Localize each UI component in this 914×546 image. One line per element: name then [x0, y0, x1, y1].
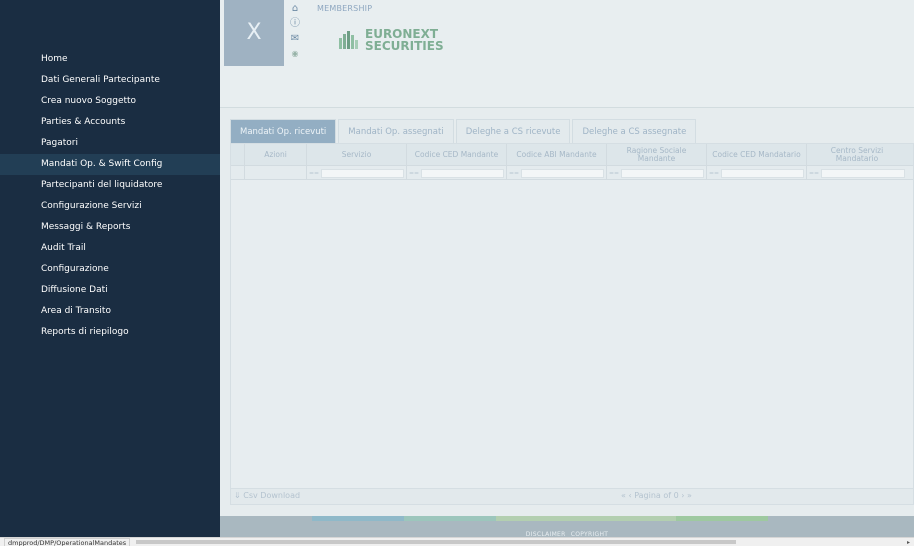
column-header-servizio[interactable]: Servizio [307, 144, 407, 166]
filter-centro-servizi-mandatario-input[interactable] [821, 168, 905, 178]
main-content: X ⌂ ⓘ ✉ ◉ MEMBERSHIP EURONEXT SECURITIES… [220, 0, 914, 538]
pager-next-buttons[interactable]: of 0 › » [663, 491, 692, 500]
status-url: dmpprod/DMP/OperationalMandates [4, 538, 131, 546]
sidebar-item-configurazione-servizi[interactable]: Configurazione Servizi [0, 196, 220, 217]
footer-bar: DISCLAIMER COPYRIGHT [220, 521, 914, 538]
membership-label: MEMBERSHIP [317, 4, 373, 13]
tab-mandati-assegnati[interactable]: Mandati Op. assegnati [338, 119, 454, 143]
grid-header-row: Azioni Servizio Codice CED Mandante Codi… [231, 144, 913, 166]
csv-download-label: Csv Download [243, 491, 301, 500]
header-icons: ⌂ ⓘ ✉ ◉ [284, 2, 306, 62]
filter-operator[interactable]: == [409, 170, 421, 177]
pager-prev-buttons[interactable]: « ‹ [621, 491, 632, 500]
sidebar-item-partecipanti-liquidatore[interactable]: Partecipanti del liquidatore [0, 175, 220, 196]
sidebar-item-area-transito[interactable]: Area di Transito [0, 301, 220, 322]
app-window: Home Dati Generali Partecipante Crea nuo… [0, 0, 914, 546]
close-menu-button[interactable]: X [224, 0, 284, 66]
grid-filter-row: == == == == == == [231, 166, 913, 180]
column-header-codice-abi-mandante[interactable]: Codice ABI Mandante [507, 144, 607, 166]
brand-line-2: SECURITIES [365, 39, 444, 53]
sidebar-item-audit-trail[interactable]: Audit Trail [0, 238, 220, 259]
sidebar-item-configurazione[interactable]: Configurazione [0, 259, 220, 280]
sidebar-nav: Home Dati Generali Partecipante Crea nuo… [0, 49, 220, 343]
sidebar-item-mandati-swift[interactable]: Mandati Op. & Swift Config [0, 154, 220, 175]
filter-codice-ced-mandatario-input[interactable] [721, 168, 804, 178]
column-header-codice-ced-mandante[interactable]: Codice CED Mandante [407, 144, 507, 166]
sidebar-item-reports-riepilogo[interactable]: Reports di riepilogo [0, 322, 220, 343]
filter-servizio-input[interactable] [321, 168, 404, 178]
filter-operator[interactable]: == [709, 170, 721, 177]
globe-icon[interactable]: ◉ [284, 47, 306, 61]
tab-deleghe-assegnate[interactable]: Deleghe a CS assegnate [572, 119, 697, 143]
column-header-codice-ced-mandatario[interactable]: Codice CED Mandatario [707, 144, 807, 166]
tab-mandati-ricevuti[interactable]: Mandati Op. ricevuti [230, 119, 337, 143]
euronext-logo-icon [339, 31, 358, 49]
horizontal-scrollbar[interactable] [136, 540, 736, 544]
filter-centro-servizi-mandatario: == [807, 166, 907, 180]
filter-azioni [245, 166, 307, 180]
filter-servizio: == [307, 166, 407, 180]
sidebar-item-home[interactable]: Home [0, 49, 220, 70]
browser-status-bar: dmpprod/DMP/OperationalMandates ▸ [0, 537, 914, 546]
tab-bar: Mandati Op. ricevuti Mandati Op. assegna… [230, 119, 698, 143]
filter-ragione-sociale-mandante-input[interactable] [621, 168, 704, 178]
tab-deleghe-ricevute[interactable]: Deleghe a CS ricevute [455, 119, 571, 143]
column-header-azioni[interactable]: Azioni [245, 144, 307, 166]
sidebar-item-pagatori[interactable]: Pagatori [0, 133, 220, 154]
home-icon[interactable]: ⌂ [284, 2, 306, 16]
header: X ⌂ ⓘ ✉ ◉ MEMBERSHIP EURONEXT SECURITIES [220, 0, 914, 108]
column-header-ragione-sociale-mandante[interactable]: Ragione Sociale Mandante [607, 144, 707, 166]
csv-download-link[interactable]: ⇓ Csv Download [234, 491, 300, 500]
filter-ragione-sociale-mandante: == [607, 166, 707, 180]
sidebar-item-diffusione-dati[interactable]: Diffusione Dati [0, 280, 220, 301]
filter-spacer [231, 166, 245, 179]
grid-header-spacer [231, 144, 245, 165]
mail-icon[interactable]: ✉ [284, 32, 306, 46]
filter-operator[interactable]: == [309, 170, 321, 177]
sidebar-item-dati-generali[interactable]: Dati Generali Partecipante [0, 70, 220, 91]
mandates-grid: Azioni Servizio Codice CED Mandante Codi… [230, 143, 914, 489]
scroll-right-icon[interactable]: ▸ [907, 538, 910, 546]
column-header-centro-servizi-mandatario[interactable]: Centro Servizi Mandatario [807, 144, 907, 166]
filter-operator[interactable]: == [809, 170, 821, 177]
sidebar-item-parties-accounts[interactable]: Parties & Accounts [0, 112, 220, 133]
filter-codice-ced-mandante-input[interactable] [421, 168, 504, 178]
filter-codice-abi-mandante-input[interactable] [521, 168, 604, 178]
filter-operator[interactable]: == [509, 170, 521, 177]
filter-operator[interactable]: == [609, 170, 621, 177]
filter-codice-ced-mandante: == [407, 166, 507, 180]
sidebar: Home Dati Generali Partecipante Crea nuo… [0, 0, 220, 537]
pager: « ‹ Pagina of 0 › » [621, 491, 692, 500]
info-icon[interactable]: ⓘ [284, 17, 306, 31]
filter-codice-abi-mandante: == [507, 166, 607, 180]
pager-label: Pagina [634, 491, 661, 500]
euronext-logo: EURONEXT SECURITIES [337, 28, 444, 52]
filter-codice-ced-mandatario: == [707, 166, 807, 180]
grid-footer: ⇓ Csv Download « ‹ Pagina of 0 › » [230, 489, 914, 505]
sidebar-item-crea-soggetto[interactable]: Crea nuovo Soggetto [0, 91, 220, 112]
sidebar-item-messaggi-reports[interactable]: Messaggi & Reports [0, 217, 220, 238]
